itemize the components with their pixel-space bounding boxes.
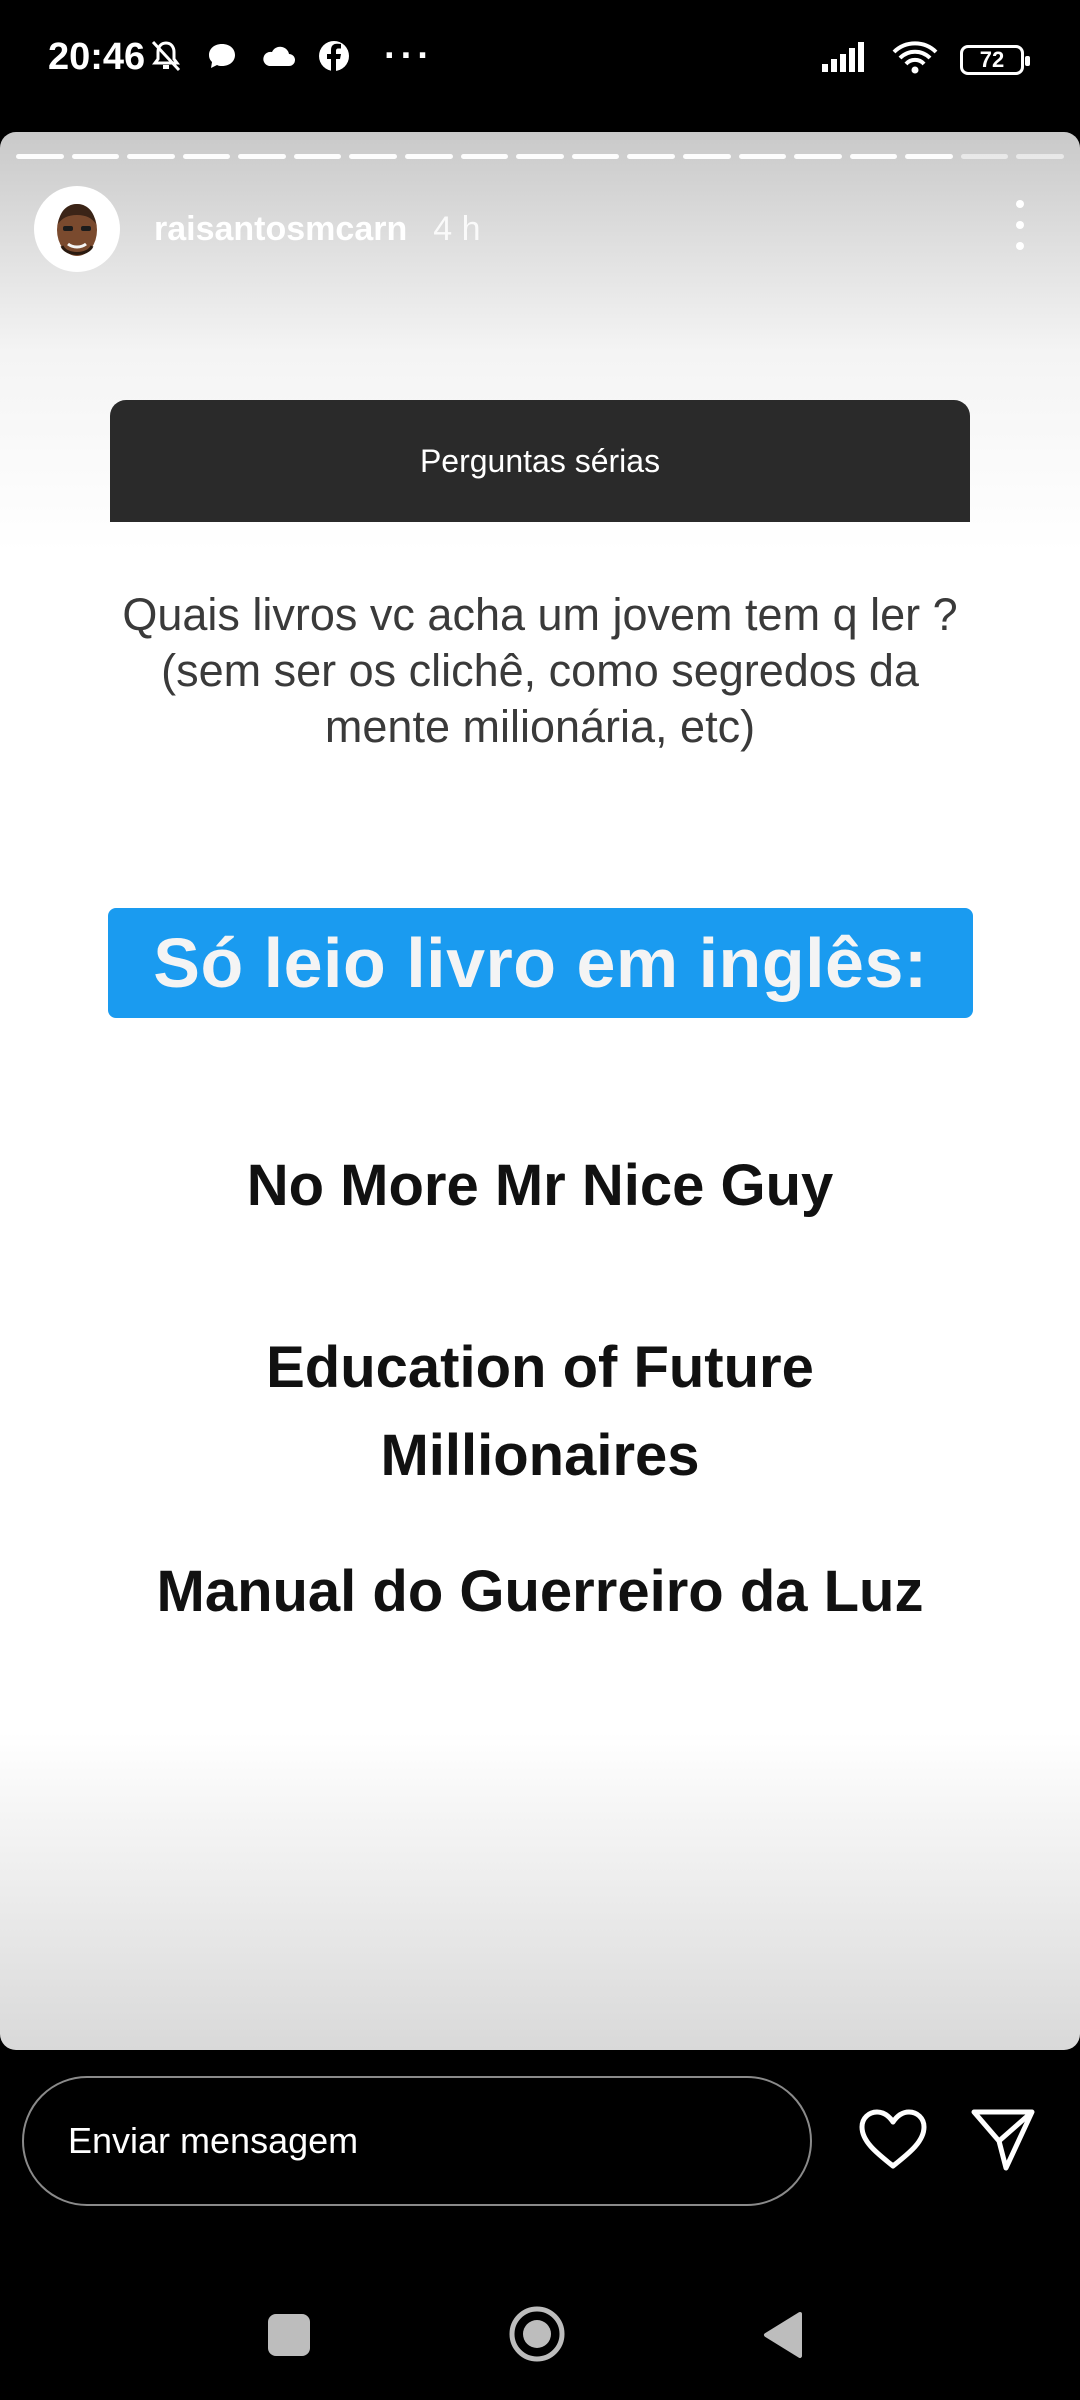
clock: 20:46 [48, 36, 146, 78]
chat-bubble-icon [204, 38, 240, 74]
notification-icons: ··· [148, 35, 434, 77]
paper-plane-icon [971, 2109, 1035, 2171]
heart-icon [859, 2109, 927, 2169]
mute-icon [148, 38, 184, 74]
like-button[interactable] [858, 2108, 928, 2170]
question-sticker-header: Perguntas sérias [110, 400, 970, 522]
wifi-icon [892, 40, 938, 79]
story-header: raisantosmcarn 4 h [34, 186, 481, 272]
progress-segment [16, 154, 64, 159]
progress-segment [127, 154, 175, 159]
battery-indicator: 72 [960, 44, 1030, 75]
answer-highlight-text: Só leio livro em inglês: [153, 924, 928, 1002]
message-input[interactable]: Enviar mensagem [22, 2076, 812, 2206]
story-view[interactable]: raisantosmcarn 4 h Perguntas sérias Quai… [0, 132, 1080, 2050]
progress-segment [1016, 154, 1064, 159]
answer-highlight: Só leio livro em inglês: [108, 908, 973, 1018]
story-progress-bar [16, 154, 1064, 159]
book-title: Education of Future Millionaires [266, 1335, 814, 1488]
progress-segment [182, 154, 231, 159]
progress-segment [627, 154, 675, 159]
progress-segment [571, 154, 620, 159]
question-text: Quais livros vc acha um jovem tem q ler … [122, 589, 958, 752]
signal-icon [822, 42, 870, 77]
avatar-cartoon-face-icon [57, 204, 97, 256]
progress-segment [238, 154, 286, 159]
progress-segment [460, 154, 509, 159]
avatar[interactable] [34, 186, 120, 272]
story-username[interactable]: raisantosmcarn [154, 210, 407, 249]
recent-apps-icon[interactable] [268, 2314, 310, 2356]
progress-segment [738, 154, 787, 159]
message-input-placeholder: Enviar mensagem [68, 2120, 359, 2161]
home-icon[interactable] [508, 2305, 566, 2363]
status-bar: 20:46 ··· 72 [0, 0, 1080, 120]
progress-segment [794, 154, 842, 159]
progress-segment [349, 154, 398, 159]
progress-segment [905, 154, 953, 159]
progress-segment [71, 154, 120, 159]
facebook-icon [316, 38, 352, 74]
progress-segment [293, 154, 342, 159]
more-notifications-icon: ··· [384, 35, 434, 77]
progress-segment [682, 154, 731, 159]
cloud-icon [260, 38, 296, 74]
progress-segment [849, 154, 898, 159]
story-time-ago: 4 h [433, 209, 481, 248]
progress-segment [405, 154, 453, 159]
send-button[interactable] [970, 2106, 1036, 2172]
book-title: Manual do Guerreiro da Luz [156, 1559, 924, 1624]
question-sticker-title: Perguntas sérias [419, 442, 661, 479]
book-title: No More Mr Nice Guy [246, 1153, 834, 1218]
system-icons: 72 [822, 40, 1030, 79]
progress-segment [960, 154, 1009, 159]
more-options-icon[interactable] [1012, 200, 1028, 250]
back-icon[interactable] [760, 2310, 806, 2360]
progress-segment [516, 154, 564, 159]
